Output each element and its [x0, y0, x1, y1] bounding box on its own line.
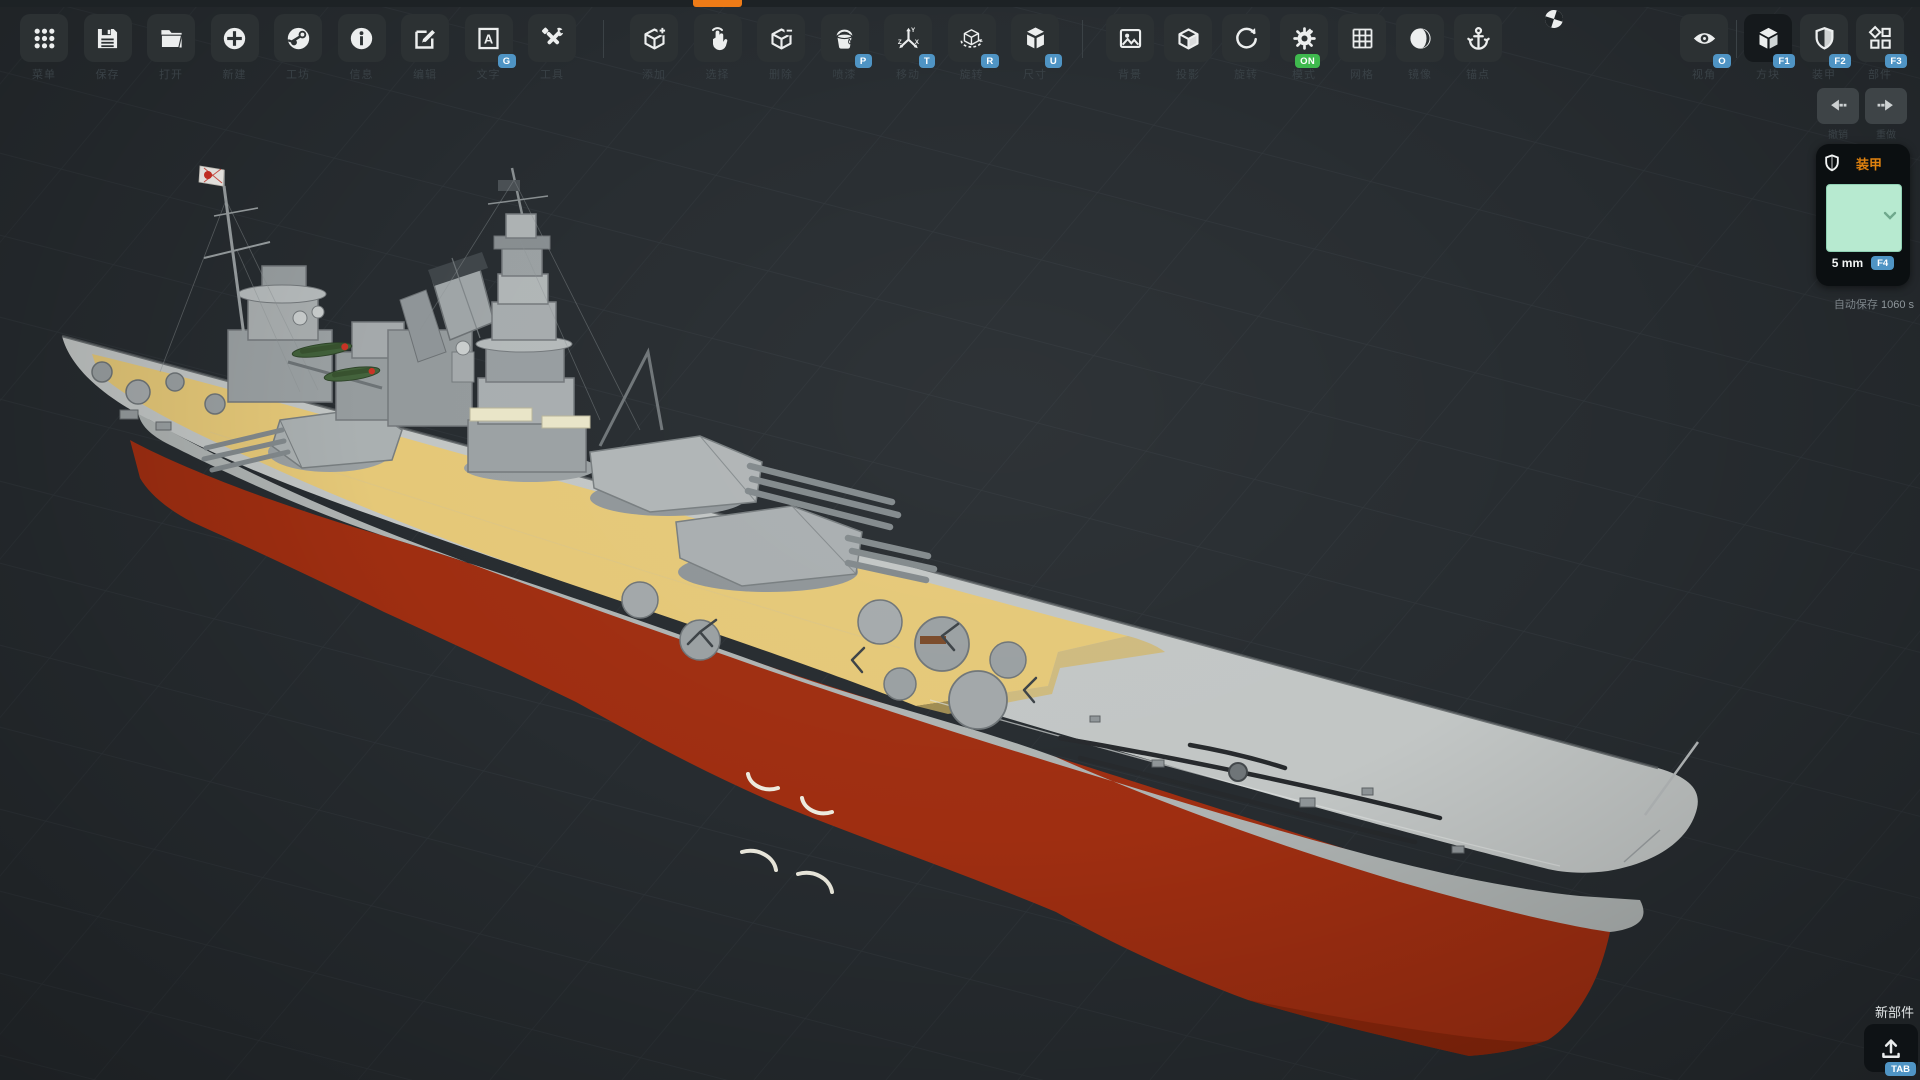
upload-arrow-icon	[1878, 1035, 1904, 1061]
naval-flag	[199, 166, 224, 186]
rotate-tool-button[interactable]: R 旋转	[948, 14, 996, 62]
shield-icon	[1822, 152, 1842, 174]
steam-icon	[285, 25, 312, 52]
armor-mode-button[interactable]: F2 装甲	[1800, 14, 1848, 62]
cube-remove-icon	[768, 25, 795, 52]
center-of-mass-icon	[1544, 9, 1564, 29]
mirror-icon	[1407, 25, 1434, 52]
chevron-down-icon	[1883, 211, 1897, 221]
redo-button[interactable]	[1865, 88, 1907, 124]
grid-toggle-button[interactable]: 网格	[1338, 14, 1386, 62]
tab-badge: TAB	[1885, 1062, 1916, 1076]
tools-icon	[539, 25, 566, 52]
edit-icon	[412, 25, 439, 52]
background-button[interactable]: 背景	[1106, 14, 1154, 62]
undo-arrow-icon	[1827, 95, 1849, 117]
autosave-status: 自动保存 1060 s	[1834, 296, 1914, 312]
cube-add-icon	[641, 25, 668, 52]
rename-button[interactable]: 编辑	[401, 14, 449, 62]
rotate-view-icon	[1233, 25, 1260, 52]
move-axes-icon: Y Z X	[895, 25, 922, 52]
paint-tool-button[interactable]: P 喷漆	[821, 14, 869, 62]
shortcut-badge: F4	[1871, 256, 1894, 270]
hand-select-icon	[704, 25, 731, 52]
cube-solid-icon	[1755, 25, 1782, 52]
armor-thickness-value: 5 mm	[1832, 256, 1863, 270]
text-frame-icon: A	[475, 25, 502, 52]
save-icon	[94, 25, 121, 52]
folder-open-icon	[158, 25, 185, 52]
toolbar-divider	[1082, 20, 1083, 58]
armor-panel: 装甲 5 mm F4	[1816, 144, 1910, 286]
block-mode-button[interactable]: F1 方块	[1744, 14, 1792, 62]
armor-panel-title: 装甲	[1856, 154, 1882, 173]
visibility-button[interactable]: O 视角	[1680, 14, 1728, 62]
eye-icon	[1691, 25, 1718, 52]
menu-button[interactable]: 菜单	[20, 14, 68, 62]
shortcut-badge: F2	[1829, 54, 1851, 68]
window-top-edge	[0, 0, 1920, 7]
redo-label: 重做	[1865, 126, 1907, 141]
grid-icon	[1349, 25, 1376, 52]
shield-icon	[1811, 25, 1838, 52]
redo-arrow-icon	[1875, 95, 1897, 117]
workshop-button[interactable]: 工坊	[274, 14, 322, 62]
shortcut-badge: R	[981, 54, 998, 68]
grid-menu-icon	[31, 25, 58, 52]
shortcut-badge: G	[498, 54, 516, 68]
save-button[interactable]: 保存	[84, 14, 132, 62]
armor-color-dropdown[interactable]	[1826, 184, 1902, 252]
projection-button[interactable]: 投影	[1164, 14, 1212, 62]
toolbar-divider	[1736, 20, 1737, 58]
new-part-label: 新部件	[1875, 1002, 1914, 1021]
shortcut-badge: P	[855, 54, 872, 68]
advanced-tools-button[interactable]: 工具	[528, 14, 576, 62]
shortcut-badge: F1	[1773, 54, 1795, 68]
projection-cube-icon	[1175, 25, 1202, 52]
on-badge: ON	[1295, 54, 1320, 68]
shortcut-badge: F3	[1885, 54, 1907, 68]
info-button[interactable]: 信息	[338, 14, 386, 62]
rotate-cube-icon	[958, 25, 985, 52]
shortcut-badge: O	[1713, 54, 1731, 68]
text-button[interactable]: A G 文字	[465, 14, 513, 62]
blocks-icon	[1867, 25, 1894, 52]
plus-circle-icon	[221, 25, 248, 52]
rotate-view-button[interactable]: 旋转	[1222, 14, 1270, 62]
svg-text:Y: Y	[910, 27, 915, 34]
viewport-3d[interactable]	[0, 0, 1920, 1080]
paint-bucket-icon	[831, 25, 858, 52]
undo-button[interactable]	[1817, 88, 1859, 124]
new-button[interactable]: 新建	[211, 14, 259, 62]
toolbar-divider	[603, 20, 604, 58]
gear-icon	[1291, 25, 1318, 52]
svg-text:Z: Z	[897, 39, 901, 46]
open-button[interactable]: 打开	[147, 14, 195, 62]
info-icon	[348, 25, 375, 52]
svg-text:X: X	[914, 39, 919, 46]
mirror-button[interactable]: 镜像	[1396, 14, 1444, 62]
scale-cube-icon	[1022, 25, 1049, 52]
app-window: 菜单 保存 打开 新建 工坊 信息	[0, 0, 1920, 1080]
remove-block-button[interactable]: 删除	[757, 14, 805, 62]
mode-button[interactable]: ON 模式	[1280, 14, 1328, 62]
select-tool-button[interactable]: 选择	[694, 14, 742, 62]
move-tool-button[interactable]: YZX T 移动	[884, 14, 932, 62]
shortcut-badge: T	[919, 54, 935, 68]
background-image-icon	[1117, 25, 1144, 52]
svg-text:A: A	[484, 31, 493, 46]
add-block-button[interactable]: 添加	[630, 14, 678, 62]
undo-label: 撤销	[1817, 126, 1859, 141]
new-part-button[interactable]: TAB	[1864, 1024, 1918, 1072]
scale-tool-button[interactable]: U 尺寸	[1011, 14, 1059, 62]
active-tool-indicator	[693, 0, 742, 7]
parts-mode-button[interactable]: F3 部件	[1856, 14, 1904, 62]
shortcut-badge: U	[1045, 54, 1062, 68]
anchor-icon	[1465, 25, 1492, 52]
anchor-button[interactable]: 锚点	[1454, 14, 1502, 62]
